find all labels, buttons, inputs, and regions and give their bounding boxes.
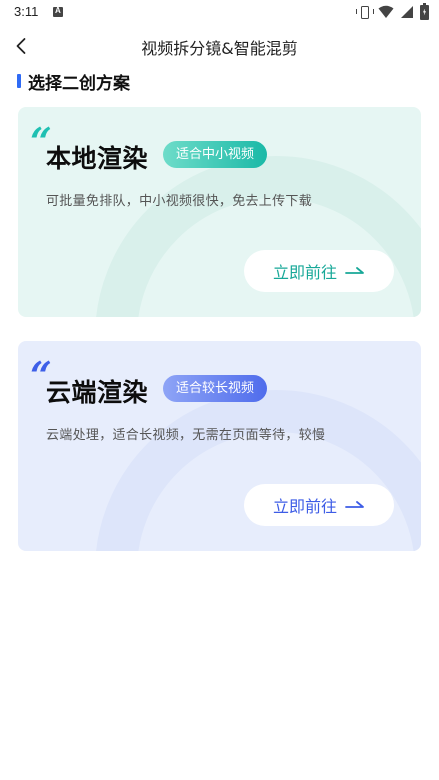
card-description: 云端处理，适合长视频，无需在页面等待，较慢 <box>46 428 326 443</box>
wifi-icon <box>378 5 394 18</box>
signal-icon <box>401 6 413 18</box>
cloud-go-now-button[interactable]: 立即前往 <box>244 484 394 526</box>
section-header: 选择二创方案 <box>17 70 130 94</box>
local-render-card[interactable]: “ 本地渲染 适合中小视频 可批量免排队，中小视频很快，免去上传下载 立即前往 <box>18 107 421 317</box>
cloud-render-card[interactable]: “ 云端渲染 适合较长视频 云端处理，适合长视频，无需在页面等待，较慢 立即前往 <box>18 341 421 551</box>
app-notification-icon <box>53 6 63 17</box>
card-title: 云端渲染 <box>46 378 149 407</box>
section-accent-bar <box>17 74 21 88</box>
app-header: 视频拆分镜&智能混剪 <box>0 28 439 64</box>
local-go-now-button[interactable]: 立即前往 <box>244 250 394 292</box>
card-title: 本地渲染 <box>46 144 149 173</box>
status-bar: 3:11 <box>0 0 439 24</box>
card-description: 可批量免排队，中小视频很快，免去上传下载 <box>46 194 313 209</box>
status-time: 3:11 <box>14 4 39 19</box>
go-now-label: 立即前往 <box>272 497 337 516</box>
status-icons <box>356 2 429 20</box>
go-now-label: 立即前往 <box>272 263 337 282</box>
card-tag-badge: 适合中小视频 <box>163 141 268 168</box>
page-title: 视频拆分镜&智能混剪 <box>141 39 298 58</box>
vibrate-icon <box>356 5 374 19</box>
arrow-right-icon <box>345 501 364 508</box>
arrow-right-icon <box>345 267 364 274</box>
card-tag-badge: 适合较长视频 <box>163 375 268 402</box>
battery-charging-icon <box>420 2 429 20</box>
section-title: 选择二创方案 <box>28 73 130 94</box>
